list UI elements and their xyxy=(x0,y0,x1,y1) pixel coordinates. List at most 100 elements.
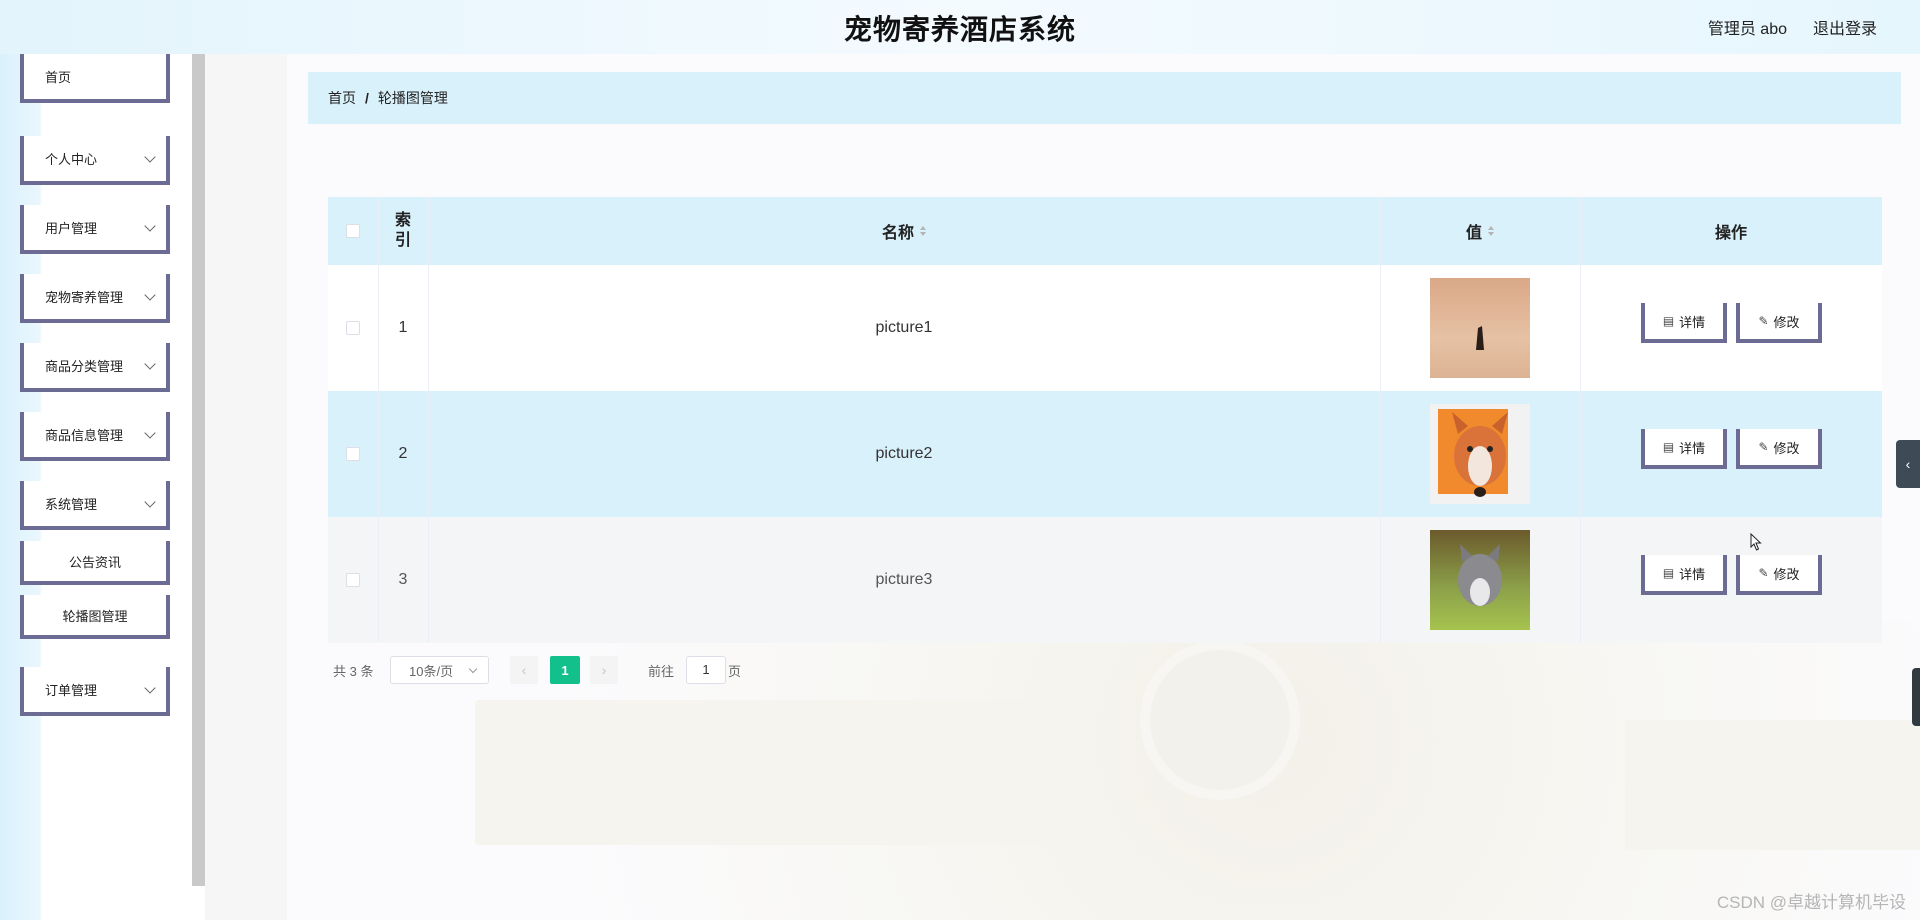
chevron-down-icon xyxy=(144,682,156,694)
row-select-cell xyxy=(328,391,378,517)
table-row: 3 picture3 ▤ 详情 ✎ 修改 xyxy=(328,517,1882,643)
background-decoration xyxy=(475,700,1065,845)
sidebar-item-product-category[interactable]: 商品分类管理 xyxy=(20,343,170,392)
chevron-down-icon xyxy=(144,289,156,301)
sidebar-subitem-label: 公告资讯 xyxy=(68,554,121,570)
row-value-cell xyxy=(1380,391,1580,517)
row-value-cell xyxy=(1380,517,1580,642)
page-size-select[interactable]: 10条/页 xyxy=(390,656,489,684)
sidebar-gutter xyxy=(205,54,287,920)
sidebar-item-label: 订单管理 xyxy=(45,683,98,698)
row-name: picture2 xyxy=(875,445,933,462)
edit-button-label: 修改 xyxy=(1773,314,1800,330)
sidebar-item-product-info[interactable]: 商品信息管理 xyxy=(20,412,170,461)
row-name: picture3 xyxy=(875,570,933,588)
sidebar-subitem-announcements[interactable]: 公告资讯 xyxy=(20,541,170,585)
sidebar-item-label: 宠物寄养管理 xyxy=(45,290,124,305)
sidebar-item-pet-boarding[interactable]: 宠物寄养管理 xyxy=(20,274,170,323)
header-value-label: 值 xyxy=(1465,225,1482,242)
edit-pen-icon: ✎ xyxy=(1758,314,1769,328)
current-user: 管理员 abo xyxy=(1707,21,1787,38)
carousel-thumbnail[interactable] xyxy=(1430,529,1530,630)
pagination-total: 共 3 条 xyxy=(333,663,374,679)
sidebar-item-label: 商品信息管理 xyxy=(45,428,124,443)
edit-button[interactable]: ✎ 修改 xyxy=(1736,555,1822,595)
document-icon: ▤ xyxy=(1662,440,1675,454)
row-checkbox[interactable] xyxy=(346,447,360,461)
sidebar-item-label: 系统管理 xyxy=(45,497,98,512)
chevron-down-icon xyxy=(144,358,156,370)
breadcrumb: 首页 / 轮播图管理 xyxy=(308,72,1901,124)
chevron-right-icon[interactable]: › xyxy=(590,656,618,684)
breadcrumb-home[interactable]: 首页 xyxy=(328,88,356,108)
sidebar-subitem-label: 轮播图管理 xyxy=(62,608,128,624)
select-all-checkbox[interactable] xyxy=(346,224,360,238)
header-index: 索 引 xyxy=(394,212,411,249)
sidebar-item-orders[interactable]: 订单管理 xyxy=(20,667,170,716)
column-divider xyxy=(1580,197,1581,642)
column-divider xyxy=(378,197,379,642)
sidebar-item-personal-center[interactable]: 个人中心 xyxy=(20,136,170,185)
row-name: picture1 xyxy=(875,319,933,336)
page-size-value: 10条/页 xyxy=(409,663,454,679)
goto-label: 前往 xyxy=(648,663,675,679)
row-index: 3 xyxy=(398,570,408,588)
breadcrumb-separator: / xyxy=(365,90,369,106)
page-unit-label: 页 xyxy=(728,663,742,679)
sort-icon[interactable] xyxy=(920,226,926,236)
sort-icon[interactable] xyxy=(1488,226,1494,236)
sidebar-item-home[interactable]: 首页 xyxy=(20,54,170,103)
watermark: CSDN @卓越计算机毕设 xyxy=(1716,893,1906,912)
header-name-label: 名称 xyxy=(881,225,914,242)
edit-pen-icon: ✎ xyxy=(1758,440,1769,454)
sidebar-item-label: 商品分类管理 xyxy=(45,359,124,374)
goto-page-input[interactable]: 1 xyxy=(686,656,726,684)
document-icon: ▤ xyxy=(1662,566,1675,580)
row-checkbox[interactable] xyxy=(346,572,360,587)
edit-button[interactable]: ✎ 修改 xyxy=(1736,303,1822,343)
pagination-current-page[interactable]: 1 xyxy=(550,656,580,684)
sidebar-item-system[interactable]: 系统管理 xyxy=(20,481,170,530)
document-icon: ▤ xyxy=(1662,314,1675,328)
sidebar-item-label: 首页 xyxy=(45,70,72,85)
chevron-left-icon[interactable]: ‹ xyxy=(510,656,538,684)
header-value[interactable]: 值 xyxy=(1380,197,1580,265)
sidebar-subitem-carousel[interactable]: 轮播图管理 xyxy=(20,595,170,639)
sidebar-scrollbar[interactable] xyxy=(192,54,205,886)
header-name[interactable]: 名称 xyxy=(428,197,1380,265)
column-divider xyxy=(428,197,429,642)
detail-button-label: 详情 xyxy=(1679,314,1706,330)
app-title: 宠物寄养酒店系统 xyxy=(843,14,1076,45)
row-select-cell xyxy=(328,265,378,391)
background-decoration xyxy=(1625,720,1920,850)
chevron-left-icon[interactable]: ‹ xyxy=(1896,440,1920,488)
column-divider xyxy=(1380,197,1381,642)
chevron-down-icon xyxy=(468,664,478,674)
table-row: 1 picture1 ▤ 详情 ✎ 修改 xyxy=(328,265,1882,391)
edit-pen-icon: ✎ xyxy=(1758,566,1769,580)
sidebar-item-label: 用户管理 xyxy=(45,221,98,236)
edit-button-label: 修改 xyxy=(1773,566,1800,582)
row-select-cell xyxy=(328,517,378,642)
chevron-down-icon xyxy=(144,496,156,508)
side-panel-handle[interactable] xyxy=(1912,668,1920,726)
chevron-down-icon xyxy=(144,427,156,439)
detail-button-label: 详情 xyxy=(1679,566,1706,582)
detail-button[interactable]: ▤ 详情 xyxy=(1641,429,1727,469)
row-checkbox[interactable] xyxy=(346,321,360,335)
select-all-cell xyxy=(328,197,378,265)
sidebar-item-label: 个人中心 xyxy=(45,152,98,167)
detail-button[interactable]: ▤ 详情 xyxy=(1641,303,1727,343)
row-index: 1 xyxy=(398,319,408,336)
carousel-thumbnail[interactable] xyxy=(1430,278,1530,378)
logout-link[interactable]: 退出登录 xyxy=(1813,15,1877,39)
detail-button-label: 详情 xyxy=(1679,440,1706,456)
mouse-cursor-icon xyxy=(1750,533,1762,551)
background-decoration xyxy=(1140,640,1300,800)
row-index: 2 xyxy=(398,445,408,462)
carousel-thumbnail[interactable] xyxy=(1430,404,1530,504)
sidebar-item-user-management[interactable]: 用户管理 xyxy=(20,205,170,254)
detail-button[interactable]: ▤ 详情 xyxy=(1641,555,1727,595)
header-action: 操作 xyxy=(1714,225,1747,242)
edit-button[interactable]: ✎ 修改 xyxy=(1736,429,1822,469)
